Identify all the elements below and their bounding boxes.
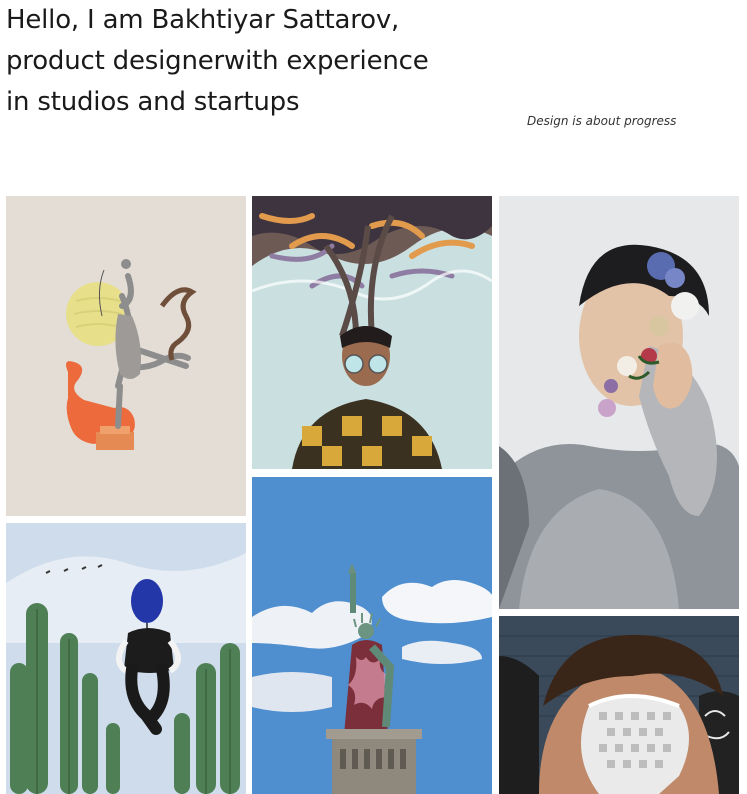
statue-of-liberty-image <box>252 477 492 794</box>
gallery-item-balloon-cactus[interactable] <box>6 523 246 794</box>
smoke-hair-portrait-image <box>252 196 492 469</box>
dancer-collage-image <box>6 196 246 516</box>
gallery-item-flower-face-portrait[interactable] <box>499 196 739 609</box>
masked-portrait-image <box>499 616 739 794</box>
gallery-item-smoke-hair-portrait[interactable] <box>252 196 492 469</box>
gallery-item-masked-portrait[interactable] <box>499 616 739 794</box>
balloon-cactus-image <box>6 523 246 794</box>
flower-face-portrait-image <box>499 196 739 609</box>
gallery-item-dancer-collage[interactable] <box>6 196 246 516</box>
portfolio-gallery <box>0 0 747 794</box>
gallery-item-statue-of-liberty[interactable] <box>252 477 492 794</box>
